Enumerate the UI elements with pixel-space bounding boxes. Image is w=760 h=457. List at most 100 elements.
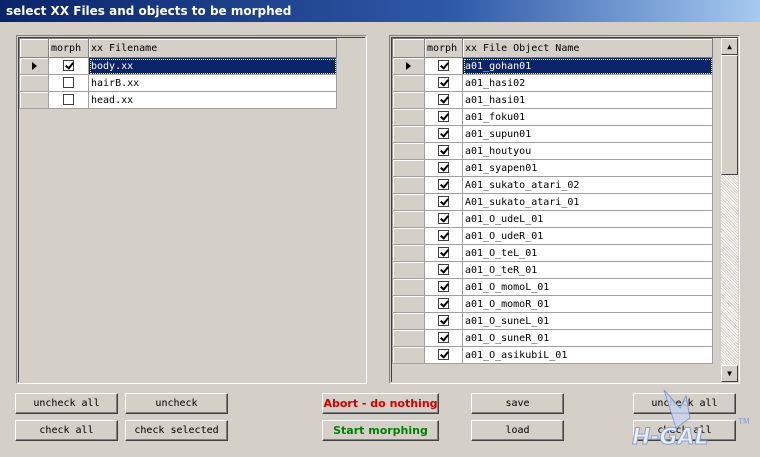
- row-header[interactable]: [392, 295, 425, 313]
- object-name-cell[interactable]: a01_O_asikubiL_01: [462, 346, 713, 364]
- morph-checkbox[interactable]: [438, 77, 449, 89]
- save-button[interactable]: save: [471, 393, 564, 414]
- files-grid[interactable]: morph xx Filename body.xx hairB.xx head.xx: [16, 35, 367, 384]
- row-header[interactable]: [392, 312, 425, 330]
- row-header[interactable]: [19, 74, 49, 92]
- morph-checkbox[interactable]: [438, 298, 449, 310]
- row-header[interactable]: [392, 91, 425, 109]
- morph-checkbox[interactable]: [438, 349, 449, 361]
- object-name-cell[interactable]: a01_O_suneR_01: [462, 329, 713, 347]
- check-selected-button[interactable]: check selected: [125, 420, 228, 441]
- morph-checkbox[interactable]: [438, 315, 449, 327]
- abort-button[interactable]: Abort - do nothing: [322, 393, 439, 414]
- row-header[interactable]: [392, 210, 425, 228]
- row-header[interactable]: [19, 57, 49, 75]
- load-button[interactable]: load: [471, 420, 564, 441]
- filename-column-header[interactable]: xx Filename: [88, 38, 337, 58]
- row-header[interactable]: [392, 57, 425, 75]
- row-header[interactable]: [392, 227, 425, 245]
- row-header[interactable]: [392, 329, 425, 347]
- object-name-column-header[interactable]: xx File Object Name: [462, 38, 713, 58]
- object-name-cell[interactable]: a01_foku01: [462, 108, 713, 126]
- scroll-thumb[interactable]: [721, 55, 738, 175]
- object-name-cell[interactable]: A01_sukato_atari_01: [462, 193, 713, 211]
- row-header[interactable]: [392, 142, 425, 160]
- object-name-cell[interactable]: a01_O_udeR_01: [462, 227, 713, 245]
- row-header[interactable]: [392, 346, 425, 364]
- object-row[interactable]: a01_O_suneR_01: [392, 329, 713, 347]
- row-header[interactable]: [19, 91, 49, 109]
- morph-checkbox[interactable]: [438, 281, 449, 293]
- row-header[interactable]: [392, 108, 425, 126]
- morph-checkbox[interactable]: [438, 196, 449, 208]
- check-all-objects-button[interactable]: check all: [633, 420, 736, 441]
- object-row[interactable]: a01_O_udeR_01: [392, 227, 713, 245]
- morph-checkbox[interactable]: [63, 94, 74, 106]
- row-header[interactable]: [392, 125, 425, 143]
- object-row[interactable]: a01_syapen01: [392, 159, 713, 177]
- file-row[interactable]: head.xx: [19, 91, 337, 109]
- check-all-button[interactable]: check all: [15, 420, 118, 441]
- morph-checkbox[interactable]: [438, 128, 449, 140]
- object-name-cell[interactable]: a01_supun01: [462, 125, 713, 143]
- object-name-cell[interactable]: a01_gohan01: [462, 57, 713, 75]
- file-name-cell[interactable]: head.xx: [88, 91, 337, 109]
- object-name-cell[interactable]: a01_O_teL_01: [462, 244, 713, 262]
- object-name-cell[interactable]: a01_O_suneL_01: [462, 312, 713, 330]
- object-name-cell[interactable]: a01_O_momoL_01: [462, 278, 713, 296]
- object-name-cell[interactable]: a01_hasi01: [462, 91, 713, 109]
- object-row[interactable]: a01_O_asikubiL_01: [392, 346, 713, 364]
- row-header[interactable]: [392, 261, 425, 279]
- object-row[interactable]: a01_foku01: [392, 108, 713, 126]
- morph-checkbox[interactable]: [438, 332, 449, 344]
- objects-grid[interactable]: morph xx File Object Name a01_gohan01 a01…: [389, 35, 740, 384]
- row-header[interactable]: [392, 244, 425, 262]
- object-row[interactable]: A01_sukato_atari_02: [392, 176, 713, 194]
- morph-checkbox[interactable]: [438, 247, 449, 259]
- row-header[interactable]: [392, 278, 425, 296]
- object-name-cell[interactable]: a01_syapen01: [462, 159, 713, 177]
- morph-checkbox[interactable]: [63, 60, 74, 72]
- object-name-cell[interactable]: a01_hasi02: [462, 74, 713, 92]
- object-row[interactable]: a01_O_teR_01: [392, 261, 713, 279]
- object-name-cell[interactable]: a01_houtyou: [462, 142, 713, 160]
- object-name-cell[interactable]: A01_sukato_atari_02: [462, 176, 713, 194]
- morph-checkbox[interactable]: [438, 230, 449, 242]
- object-row[interactable]: a01_gohan01: [392, 57, 713, 75]
- uncheck-all-objects-button[interactable]: uncheck all: [633, 393, 736, 414]
- morph-checkbox[interactable]: [438, 94, 449, 106]
- morph-column-header[interactable]: morph: [48, 38, 89, 58]
- file-name-cell[interactable]: body.xx: [88, 57, 337, 75]
- object-name-cell[interactable]: a01_O_udeL_01: [462, 210, 713, 228]
- file-row[interactable]: body.xx: [19, 57, 337, 75]
- object-row[interactable]: a01_O_udeL_01: [392, 210, 713, 228]
- morph-column-header[interactable]: morph: [424, 38, 463, 58]
- morph-checkbox[interactable]: [438, 213, 449, 225]
- morph-checkbox[interactable]: [438, 162, 449, 174]
- object-row[interactable]: a01_O_momoR_01: [392, 295, 713, 313]
- object-name-cell[interactable]: a01_O_momoR_01: [462, 295, 713, 313]
- morph-checkbox[interactable]: [63, 77, 74, 89]
- row-header[interactable]: [392, 176, 425, 194]
- object-row[interactable]: a01_hasi02: [392, 74, 713, 92]
- object-row[interactable]: a01_supun01: [392, 125, 713, 143]
- file-name-cell[interactable]: hairB.xx: [88, 74, 337, 92]
- object-row[interactable]: a01_hasi01: [392, 91, 713, 109]
- morph-checkbox[interactable]: [438, 145, 449, 157]
- object-name-cell[interactable]: a01_O_teR_01: [462, 261, 713, 279]
- start-morphing-button[interactable]: Start morphing: [322, 420, 439, 441]
- scroll-down-button[interactable]: ▼: [721, 365, 738, 382]
- file-row[interactable]: hairB.xx: [19, 74, 337, 92]
- object-row[interactable]: A01_sukato_atari_01: [392, 193, 713, 211]
- morph-checkbox[interactable]: [438, 264, 449, 276]
- vertical-scrollbar[interactable]: ▲ ▼: [721, 38, 738, 382]
- object-row[interactable]: a01_houtyou: [392, 142, 713, 160]
- object-row[interactable]: a01_O_momoL_01: [392, 278, 713, 296]
- row-header[interactable]: [392, 74, 425, 92]
- object-row[interactable]: a01_O_suneL_01: [392, 312, 713, 330]
- morph-checkbox[interactable]: [438, 60, 449, 72]
- uncheck-button[interactable]: uncheck: [125, 393, 228, 414]
- object-row[interactable]: a01_O_teL_01: [392, 244, 713, 262]
- scroll-up-button[interactable]: ▲: [721, 38, 738, 55]
- morph-checkbox[interactable]: [438, 111, 449, 123]
